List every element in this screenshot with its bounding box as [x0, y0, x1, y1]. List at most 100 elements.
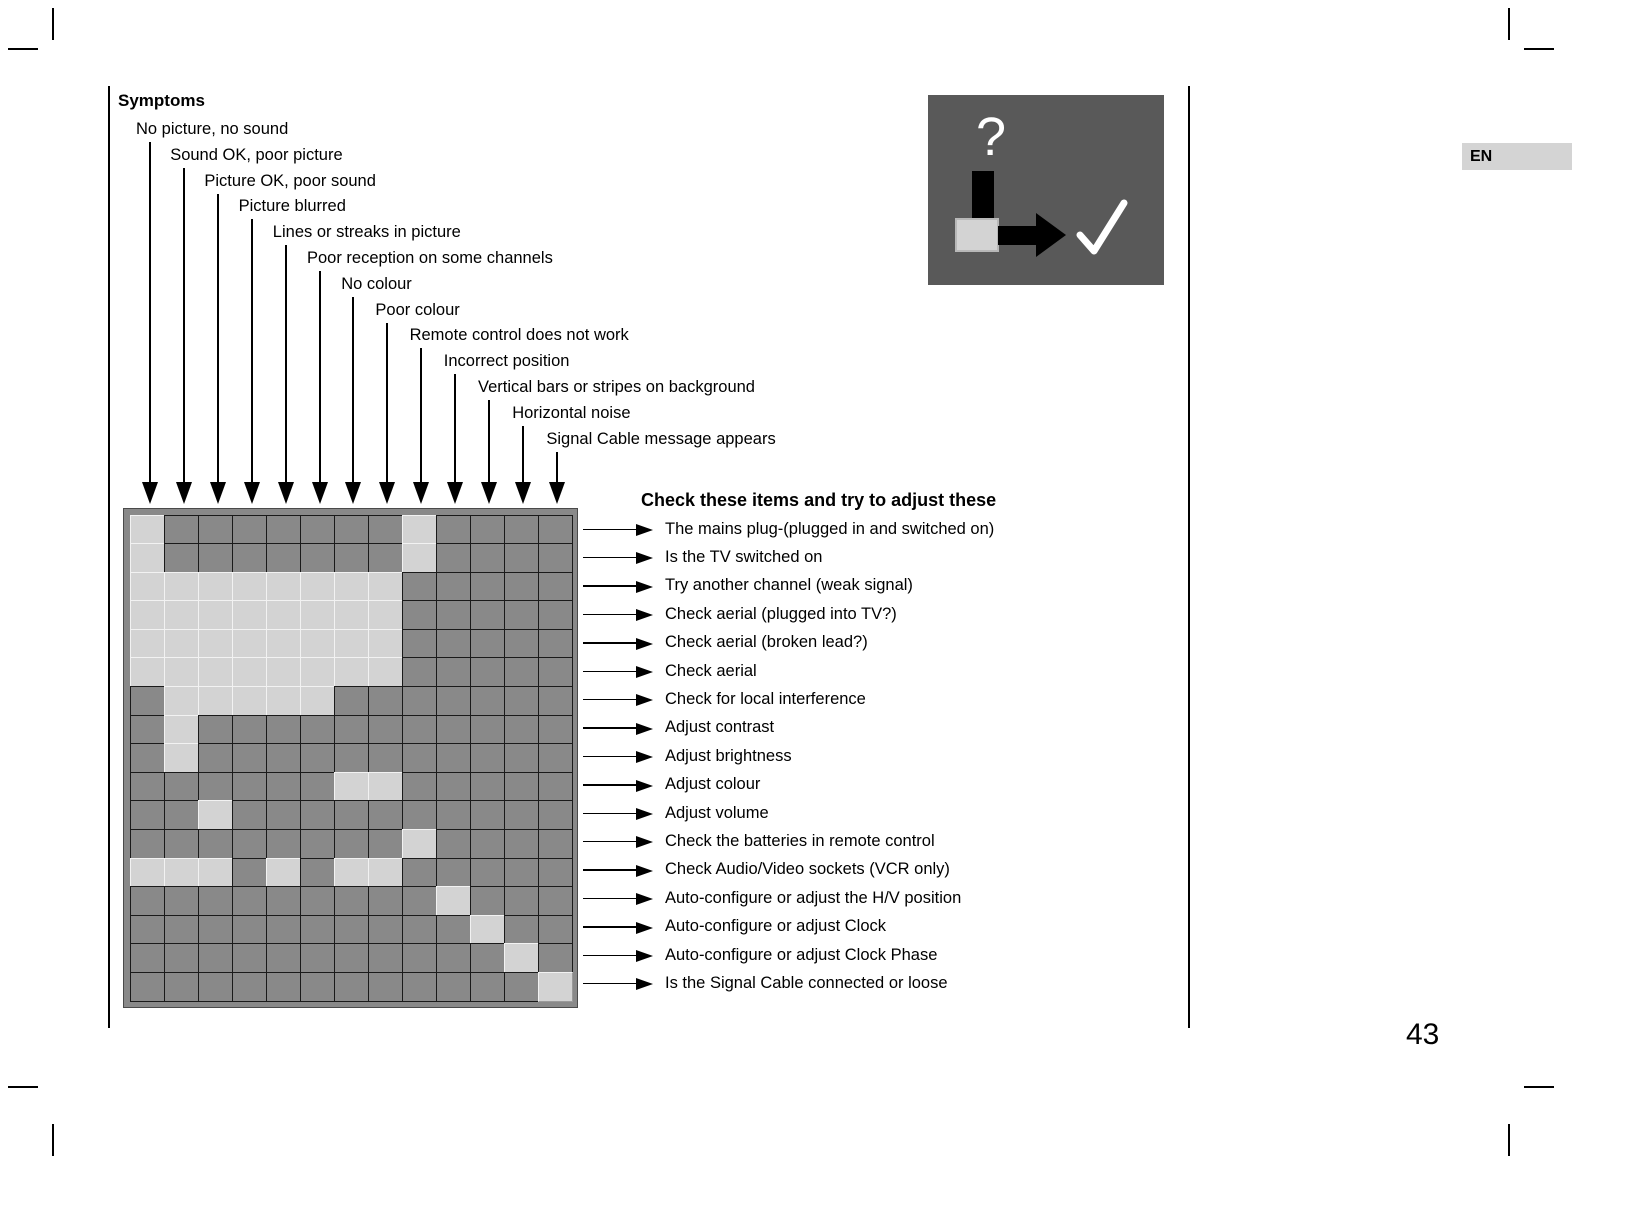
- matrix-row: [129, 886, 573, 916]
- matrix-cell-marked: [333, 571, 369, 602]
- right-arrow-icon: [583, 524, 653, 536]
- matrix-cell-marked: [401, 514, 437, 545]
- arrow-head: [636, 836, 653, 849]
- matrix-cell-empty: [537, 857, 573, 888]
- matrix-cell-empty: [401, 943, 437, 973]
- matrix-cell-marked: [367, 600, 403, 630]
- matrix-cell-marked: [231, 686, 267, 716]
- left-page-rule: [108, 86, 110, 1028]
- matrix-cell-empty: [537, 714, 573, 745]
- matrix-cell-empty: [333, 743, 369, 773]
- arrow-head: [636, 609, 653, 622]
- matrix-cell-marked: [231, 571, 267, 602]
- matrix-cell-marked: [503, 943, 539, 973]
- symptom-label: Sound OK, poor picture: [170, 145, 343, 164]
- symptom-label: Poor reception on some channels: [307, 249, 553, 267]
- checklist-item-label: Is the TV switched on: [665, 547, 823, 566]
- matrix-cell-empty: [503, 829, 539, 859]
- right-arrow-icon: [583, 666, 653, 678]
- arrow-head: [636, 779, 653, 792]
- symptom-connector-line: [521, 425, 524, 482]
- matrix-cell-empty: [163, 800, 199, 831]
- question-mark-icon: ?: [976, 107, 1006, 167]
- matrix-cell-empty: [299, 543, 335, 573]
- symptom-arrow-head: [514, 482, 531, 504]
- symptom-label: Horizontal noise: [512, 403, 631, 422]
- matrix-cell-empty: [231, 743, 267, 773]
- right-arrow-icon: [583, 722, 653, 735]
- right-page-rule: [1188, 86, 1190, 1028]
- symptom-arrow-head: [175, 482, 192, 504]
- matrix-cell-empty: [163, 972, 199, 1002]
- right-arrow-icon: [583, 836, 653, 849]
- arrow-shaft: [583, 613, 638, 616]
- matrix-cell-marked: [231, 628, 267, 659]
- matrix-cell-empty: [537, 914, 573, 945]
- matrix-cell-marked: [265, 571, 301, 602]
- matrix-cell-empty: [435, 628, 471, 659]
- language-tab: EN: [1462, 143, 1572, 170]
- symptom-connector-line: [216, 193, 219, 482]
- matrix-cell-marked: [537, 972, 573, 1002]
- matrix-cell-empty: [197, 771, 233, 802]
- matrix-cell-empty: [129, 886, 165, 916]
- right-arrow-icon: [583, 751, 653, 764]
- arrow-shaft: [583, 784, 638, 786]
- symptom-label: Remote control does not work: [409, 326, 629, 345]
- checklist-item-label: Check aerial (plugged into TV?): [665, 604, 897, 623]
- matrix-cell-empty: [469, 829, 505, 859]
- right-arrow-icon: [583, 921, 653, 934]
- matrix-cell-empty: [469, 857, 505, 888]
- symptom-label: Vertical bars or stripes on background: [478, 378, 755, 396]
- matrix-row: [129, 657, 573, 688]
- matrix-cell-empty: [367, 514, 403, 545]
- matrix-cell-empty: [503, 857, 539, 888]
- matrix-cell-marked: [163, 714, 199, 745]
- matrix-cell-empty: [231, 829, 267, 859]
- matrix-cell-marked: [129, 571, 165, 602]
- matrix-cell-marked: [163, 571, 199, 602]
- matrix-cell-empty: [197, 714, 233, 745]
- checklist-item-label: Check the batteries in remote control: [665, 831, 935, 850]
- matrix-cell-empty: [401, 600, 437, 630]
- matrix-cell-empty: [435, 714, 471, 745]
- checklist-item: Auto-configure or adjust the H/V positio…: [583, 885, 961, 911]
- checklist-item: Auto-configure or adjust Clock: [583, 914, 886, 940]
- device-base-icon: [955, 218, 999, 252]
- arrow-head: [636, 978, 653, 991]
- matrix-cell-empty: [401, 714, 437, 745]
- matrix-cell-empty: [537, 514, 573, 545]
- matrix-cell-empty: [333, 714, 369, 745]
- matrix-cell-empty: [469, 886, 505, 916]
- matrix-cell-empty: [231, 857, 267, 888]
- matrix-cell-empty: [163, 771, 199, 802]
- matrix-cell-marked: [197, 600, 233, 630]
- symptom-label: Lines or streaks in picture: [272, 223, 461, 242]
- symptom-arrow-head: [277, 482, 294, 504]
- matrix-row: [129, 914, 573, 945]
- right-arrow-icon: [583, 864, 653, 877]
- matrix-cell-empty: [333, 943, 369, 973]
- matrix-cell-marked: [367, 571, 403, 602]
- matrix-cell-marked: [265, 686, 301, 716]
- checklist-item: Check aerial: [583, 658, 757, 684]
- matrix-cell-empty: [503, 714, 539, 745]
- matrix-cell-marked: [197, 686, 233, 716]
- matrix-cell-marked: [197, 571, 233, 602]
- matrix-row: [129, 714, 573, 745]
- matrix-cell-empty: [197, 514, 233, 545]
- symptom-arrow-head: [142, 482, 158, 504]
- matrix-cell-empty: [401, 972, 437, 1002]
- matrix-cell-empty: [231, 914, 267, 945]
- matrix-cell-empty: [401, 857, 437, 888]
- matrix-cell-empty: [197, 943, 233, 973]
- matrix-cell-empty: [333, 800, 369, 831]
- matrix-cell-empty: [299, 972, 335, 1002]
- symptom-arrow-head: [345, 482, 362, 504]
- matrix-cell-empty: [401, 571, 437, 602]
- matrix-cell-marked: [265, 600, 301, 630]
- symptom-connector-line: [284, 245, 287, 482]
- matrix-cell-marked: [163, 657, 199, 688]
- matrix-cell-marked: [367, 857, 403, 888]
- symptom-label: No picture, no sound: [136, 120, 289, 138]
